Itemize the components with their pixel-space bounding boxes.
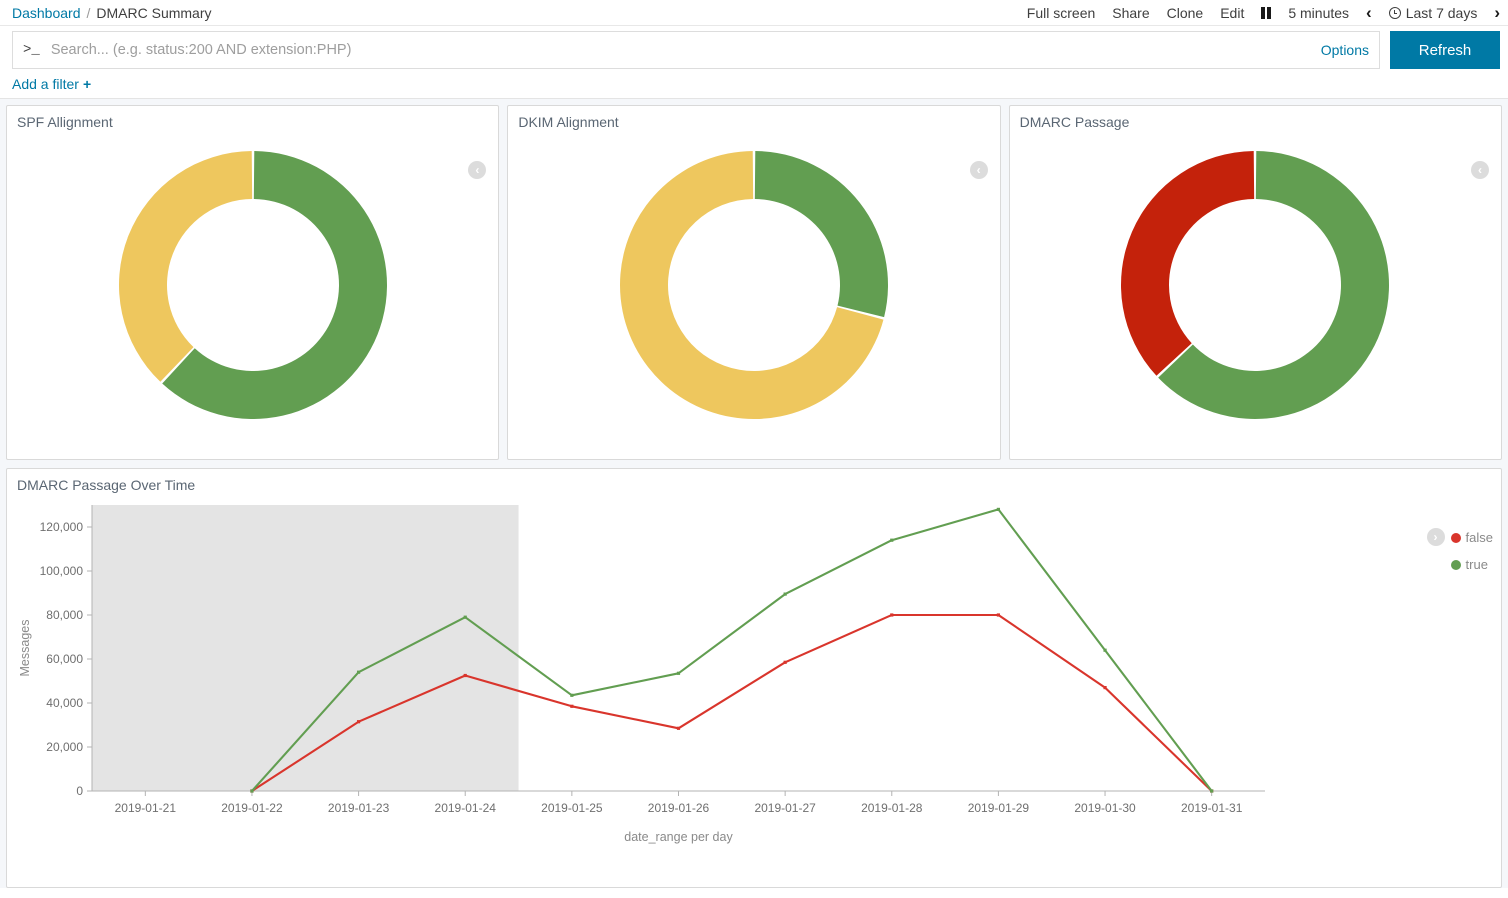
dashboard-grid: SPF Allignment ‹ DKIM Alignment ‹ DMARC … — [0, 99, 1508, 888]
time-prev-button[interactable]: ‹ — [1366, 4, 1372, 21]
time-picker-button[interactable]: Last 7 days — [1389, 5, 1478, 21]
legend-collapse-toggle-dmarc[interactable]: ‹ — [1471, 161, 1489, 179]
y-tick-label: 0 — [76, 784, 83, 798]
data-point-true[interactable] — [677, 672, 680, 675]
search-bar[interactable]: >_ Options — [12, 31, 1380, 69]
breadcrumb: Dashboard / DMARC Summary — [12, 5, 212, 21]
console-prompt-icon: >_ — [23, 42, 40, 58]
panel-dmarc-passage: DMARC Passage ‹ — [1009, 105, 1502, 460]
refresh-button[interactable]: Refresh — [1390, 31, 1500, 69]
dashboard-row-bottom: DMARC Passage Over Time 0 20,000 40,000 60,… — [6, 468, 1502, 888]
panel-title-over-time: DMARC Passage Over Time — [7, 469, 1501, 493]
panel-dmarc-passage-over-time: DMARC Passage Over Time 0 20,000 40,000 60,… — [6, 468, 1502, 888]
x-tick-label: 2019-01-31 — [1181, 801, 1243, 815]
x-tick-label: 2019-01-26 — [648, 801, 710, 815]
top-nav: Full screen Share Clone Edit 5 minutes ‹… — [1027, 4, 1500, 21]
panel-dkim-alignment: DKIM Alignment ‹ — [507, 105, 1000, 460]
donut-svg-dmarc — [1105, 135, 1405, 435]
clone-button[interactable]: Clone — [1167, 5, 1204, 21]
data-point-true[interactable] — [357, 671, 360, 674]
dashboard-row-top: SPF Allignment ‹ DKIM Alignment ‹ DMARC … — [6, 105, 1502, 460]
line-chart-legend: › false true — [1427, 528, 1493, 572]
add-filter-label: Add a filter — [12, 76, 79, 92]
panel-title-dmarc: DMARC Passage — [1010, 106, 1501, 130]
data-point-false[interactable] — [890, 613, 893, 616]
x-axis-title: date_range per day — [624, 830, 733, 844]
line-chart-svg: 0 20,000 40,000 60,000 80,000 100,000 120,000 M… — [7, 493, 1347, 883]
top-bar: Dashboard / DMARC Summary Full screen Sh… — [0, 0, 1508, 26]
y-tick-label: 120,000 — [40, 520, 84, 534]
y-tick-label: 20,000 — [46, 740, 83, 754]
donut-slice-true[interactable] — [755, 151, 888, 317]
data-point-false[interactable] — [357, 720, 360, 723]
filter-bar: Add a filter + — [0, 74, 1508, 99]
shaded-band-left — [92, 505, 519, 791]
clock-icon — [1389, 7, 1401, 19]
donut-chart-dkim — [508, 130, 999, 440]
legend-item-false[interactable]: false — [1451, 530, 1493, 545]
legend-dot-false — [1451, 533, 1461, 543]
query-bar: >_ Options Refresh — [0, 26, 1508, 74]
panel-title-spf: SPF Allignment — [7, 106, 498, 130]
donut-svg-dkim — [604, 135, 904, 435]
x-tick-label: 2019-01-28 — [861, 801, 923, 815]
legend-dot-true — [1451, 560, 1461, 570]
donut-slice-false[interactable] — [119, 151, 252, 382]
refresh-interval-label[interactable]: 5 minutes — [1288, 5, 1349, 21]
legend-collapse-toggle-dkim[interactable]: ‹ — [970, 161, 988, 179]
edit-button[interactable]: Edit — [1220, 5, 1244, 21]
x-tick-label: 2019-01-30 — [1074, 801, 1136, 815]
data-point-true[interactable] — [890, 539, 893, 542]
data-point-true[interactable] — [1103, 649, 1106, 652]
data-point-true[interactable] — [570, 694, 573, 697]
data-point-true[interactable] — [997, 508, 1000, 511]
pause-icon[interactable] — [1261, 7, 1271, 19]
legend-item-true[interactable]: true — [1451, 557, 1493, 572]
data-point-false[interactable] — [464, 674, 467, 677]
x-tick-label: 2019-01-22 — [221, 801, 283, 815]
donut-svg-spf — [103, 135, 403, 435]
breadcrumb-separator: / — [87, 5, 91, 21]
x-tick-label: 2019-01-27 — [754, 801, 816, 815]
search-input[interactable] — [49, 41, 1311, 59]
data-point-true[interactable] — [250, 789, 253, 792]
y-tick-label: 40,000 — [46, 696, 83, 710]
y-axis-title: Messages — [18, 620, 32, 677]
legend-label-true: true — [1466, 557, 1488, 572]
data-point-false[interactable] — [1103, 686, 1106, 689]
share-button[interactable]: Share — [1112, 5, 1149, 21]
donut-slice-false[interactable] — [1121, 151, 1254, 376]
x-tick-label: 2019-01-25 — [541, 801, 603, 815]
x-tick-label: 2019-01-24 — [435, 801, 497, 815]
legend-items: false true — [1451, 528, 1493, 572]
data-point-false[interactable] — [677, 727, 680, 730]
legend-expand-toggle[interactable]: › — [1427, 528, 1445, 546]
plus-icon: + — [83, 76, 91, 92]
legend-label-false: false — [1466, 530, 1493, 545]
x-tick-label: 2019-01-21 — [115, 801, 177, 815]
breadcrumb-current: DMARC Summary — [96, 5, 211, 21]
add-filter-button[interactable]: Add a filter + — [12, 76, 91, 92]
donut-chart-spf — [7, 130, 498, 440]
data-point-false[interactable] — [784, 661, 787, 664]
data-point-true[interactable] — [1210, 789, 1213, 792]
x-tick-label: 2019-01-29 — [968, 801, 1030, 815]
line-chart-area: 0 20,000 40,000 60,000 80,000 100,000 120,000 M… — [7, 493, 1501, 883]
time-range-label: Last 7 days — [1406, 5, 1478, 21]
breadcrumb-dashboard-link[interactable]: Dashboard — [12, 5, 81, 21]
y-tick-label: 80,000 — [46, 608, 83, 622]
donut-chart-dmarc — [1010, 130, 1501, 440]
data-point-true[interactable] — [784, 593, 787, 596]
data-point-false[interactable] — [997, 613, 1000, 616]
query-options-link[interactable]: Options — [1321, 42, 1369, 58]
data-point-true[interactable] — [464, 616, 467, 619]
panel-spf-allignment: SPF Allignment ‹ — [6, 105, 499, 460]
y-tick-label: 100,000 — [40, 564, 84, 578]
time-next-button[interactable]: › — [1494, 4, 1500, 21]
y-tick-label: 60,000 — [46, 652, 83, 666]
panel-title-dkim: DKIM Alignment — [508, 106, 999, 130]
full-screen-button[interactable]: Full screen — [1027, 5, 1095, 21]
x-tick-label: 2019-01-23 — [328, 801, 390, 815]
data-point-false[interactable] — [570, 705, 573, 708]
